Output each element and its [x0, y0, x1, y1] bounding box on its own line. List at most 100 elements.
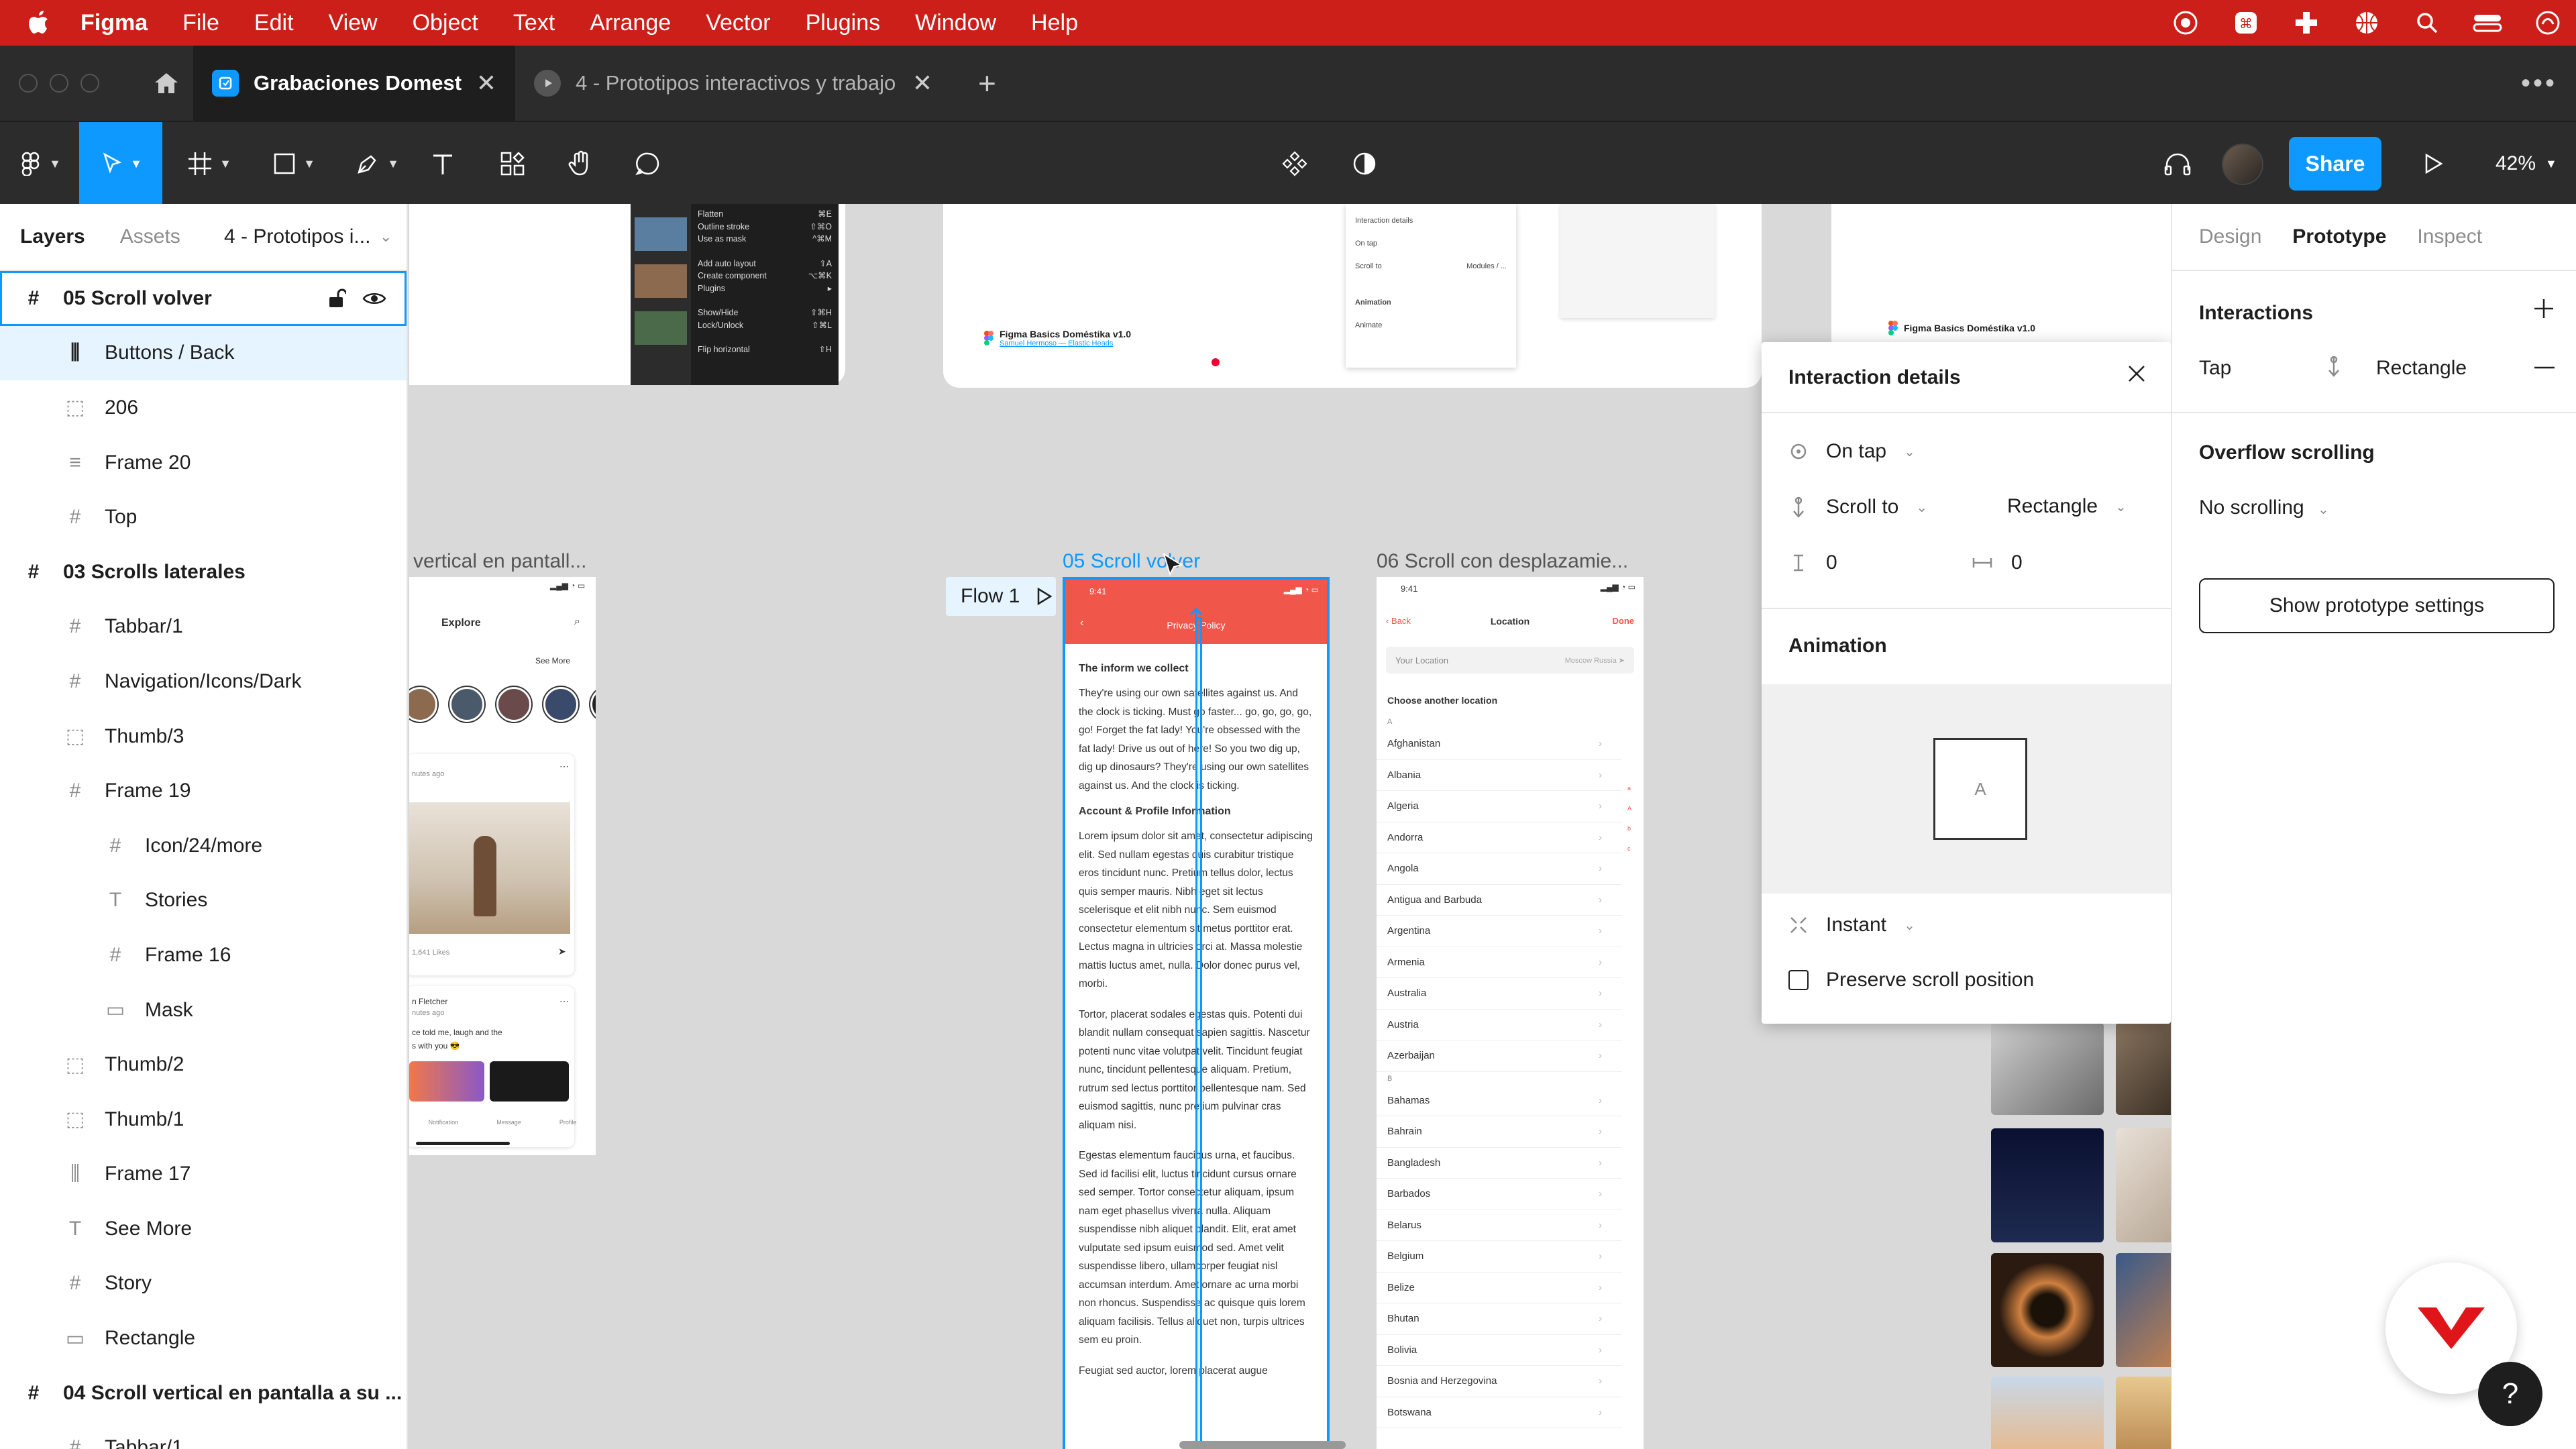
plus-app-icon[interactable]: [2292, 8, 2321, 38]
tool-app-icon[interactable]: ⌘: [2231, 8, 2261, 38]
theme-toggle-button[interactable]: [1344, 122, 1385, 205]
minimize-window-button[interactable]: [50, 74, 68, 93]
menu-app-name[interactable]: Figma: [80, 10, 148, 36]
country-row[interactable]: Armenia ›: [1377, 947, 1622, 978]
country-row[interactable]: Bolivia ›: [1377, 1335, 1622, 1366]
comment-tool-button[interactable]: [628, 122, 668, 205]
context-menu-item[interactable]: Add auto layout ⇧A: [698, 258, 832, 270]
spotlight-search-icon[interactable]: [2412, 8, 2442, 38]
story-avatar[interactable]: [543, 687, 578, 722]
country-row[interactable]: Bangladesh ›: [1377, 1148, 1622, 1179]
layer-mask[interactable]: ▭ Mask: [0, 983, 407, 1038]
layer-stories[interactable]: T Stories: [0, 873, 407, 928]
country-row[interactable]: Angola ›: [1377, 853, 1622, 885]
basketball-icon[interactable]: [2352, 8, 2381, 38]
context-menu-item[interactable]: Flatten ⌘E: [698, 208, 832, 221]
layer-icon-24-more[interactable]: # Icon/24/more: [0, 818, 407, 873]
country-row[interactable]: Belize ›: [1377, 1273, 1622, 1303]
layer-frame-19[interactable]: # Frame 19: [0, 763, 407, 818]
layer-frame-16[interactable]: # Frame 16: [0, 928, 407, 983]
transition-select[interactable]: Instant ⌄: [1788, 914, 1915, 936]
components-button[interactable]: [1275, 122, 1315, 205]
done-button[interactable]: Done: [1613, 616, 1635, 626]
canvas-scrollbar[interactable]: [1179, 1441, 1346, 1449]
country-row[interactable]: Bahamas ›: [1377, 1085, 1622, 1116]
zoom-window-button[interactable]: [80, 74, 99, 93]
country-row[interactable]: Antigua and Barbuda ›: [1377, 885, 1622, 916]
menu-file[interactable]: File: [182, 10, 219, 36]
country-row[interactable]: Bhutan ›: [1377, 1303, 1622, 1335]
preserve-scroll-checkbox[interactable]: Preserve scroll position: [1788, 969, 2034, 991]
story-avatar[interactable]: [409, 687, 437, 722]
see-more-link[interactable]: See More: [535, 656, 570, 665]
action-select[interactable]: Scroll to ⌄: [1788, 495, 1927, 519]
context-menu-item[interactable]: Show/Hide ⇧⌘H: [698, 307, 832, 319]
siri-icon[interactable]: [2533, 8, 2563, 38]
zoom-control[interactable]: 42% ▼: [2496, 122, 2557, 205]
layer-04-scroll-vertical[interactable]: # 04 Scroll vertical en pantalla a su ..…: [0, 1366, 407, 1421]
shape-tool-button[interactable]: ▼: [260, 122, 327, 205]
main-menu-button[interactable]: ▼: [9, 122, 70, 205]
new-tab-icon[interactable]: +: [978, 65, 996, 101]
layer-rectangle[interactable]: ▭ Rectangle: [0, 1311, 407, 1366]
context-menu-item[interactable]: Use as mask ^⌘M: [698, 233, 832, 246]
menu-plugins[interactable]: Plugins: [806, 10, 881, 36]
context-menu-item[interactable]: Plugins ▸: [698, 282, 832, 295]
tab-notification[interactable]: Notification: [429, 1119, 459, 1126]
help-button[interactable]: ?: [2478, 1362, 2542, 1426]
country-row[interactable]: Belarus ›: [1377, 1210, 1622, 1241]
eye-icon[interactable]: [362, 288, 386, 309]
country-row[interactable]: Barbados ›: [1377, 1179, 1622, 1210]
country-row[interactable]: Bahrain ›: [1377, 1116, 1622, 1148]
country-row[interactable]: Argentina ›: [1377, 916, 1622, 947]
user-avatar[interactable]: [2222, 144, 2263, 185]
chevron-down-icon[interactable]: ⌄: [380, 228, 392, 246]
page-selector[interactable]: 4 - Prototipos i...: [224, 225, 370, 248]
tab-message[interactable]: Message: [496, 1119, 521, 1126]
share-button[interactable]: Share: [2289, 137, 2381, 191]
move-tool-button[interactable]: ▼: [79, 122, 162, 205]
layer-03-scrolls-laterales[interactable]: # 03 Scrolls laterales: [0, 545, 407, 600]
country-row[interactable]: Andorra ›: [1377, 822, 1622, 853]
tab-layers[interactable]: Layers: [20, 225, 85, 248]
menu-text[interactable]: Text: [513, 10, 555, 36]
close-tab-icon[interactable]: ✕: [476, 69, 496, 97]
creative-cloud-icon[interactable]: [2171, 8, 2200, 38]
overflow-scrolling-select[interactable]: No scrolling ⌄: [2199, 496, 2329, 519]
present-button[interactable]: [2412, 122, 2453, 205]
menu-edit[interactable]: Edit: [254, 10, 294, 36]
story-avatar[interactable]: [496, 687, 531, 722]
country-row[interactable]: Australia ›: [1377, 978, 1622, 1010]
layer-tabbar-1[interactable]: # Tabbar/1: [0, 600, 407, 655]
context-menu-item[interactable]: Outline stroke ⇧⌘O: [698, 221, 832, 233]
close-window-button[interactable]: [19, 74, 38, 93]
layer-tabbar-1-b[interactable]: # Tabbar/1: [0, 1420, 407, 1449]
close-tab-icon[interactable]: ✕: [912, 69, 932, 97]
offset-y-field[interactable]: 0: [1788, 551, 1837, 574]
pen-tool-button[interactable]: ▼: [343, 122, 411, 205]
more-icon[interactable]: ⋯: [559, 761, 569, 772]
tab-inspect[interactable]: Inspect: [2417, 225, 2482, 248]
add-interaction-icon[interactable]: [2532, 297, 2556, 324]
country-row[interactable]: Albania ›: [1377, 760, 1622, 791]
layer-frame-20[interactable]: ≡ Frame 20: [0, 435, 407, 490]
country-row[interactable]: Azerbaijan ›: [1377, 1040, 1622, 1072]
menu-arrange[interactable]: Arrange: [590, 10, 671, 36]
home-icon[interactable]: [140, 46, 193, 121]
tab-profile[interactable]: Profile: [559, 1119, 577, 1126]
story-avatar[interactable]: [590, 687, 596, 722]
country-row[interactable]: Austria ›: [1377, 1010, 1622, 1040]
destination-select[interactable]: Rectangle ⌄: [2007, 495, 2127, 518]
privacy-policy-screen[interactable]: 9:41 ▂▄▆ ◔ ▭ ‹ Privacy Policy The inform…: [1063, 577, 1330, 1449]
text-tool-button[interactable]: [423, 122, 463, 205]
context-menu-item[interactable]: Create component ⌥⌘K: [698, 270, 832, 282]
context-menu-item[interactable]: Flip horizontal ⇧H: [698, 343, 832, 356]
menu-object[interactable]: Object: [413, 10, 478, 36]
apple-icon[interactable]: [27, 9, 54, 36]
offset-x-field[interactable]: 0: [1971, 551, 2023, 574]
hand-tool-button[interactable]: [561, 122, 601, 205]
layer-thumb-1[interactable]: ⬚ Thumb/1: [0, 1092, 407, 1147]
resources-button[interactable]: [492, 122, 533, 205]
country-row[interactable]: Afghanistan ›: [1377, 729, 1622, 760]
location-search[interactable]: Your Location Moscow Russia ➤: [1386, 647, 1634, 674]
